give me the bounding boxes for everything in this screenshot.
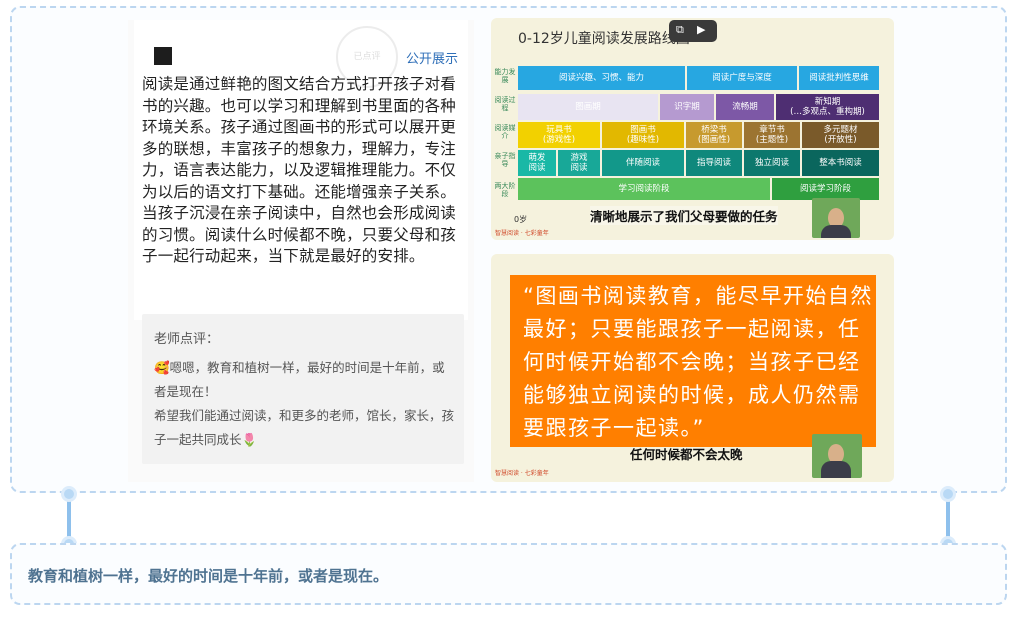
video-subtitle-1: 清晰地展示了我们父母要做的任务 bbox=[590, 206, 778, 225]
media-note: (趣味性) bbox=[626, 135, 660, 145]
row-label-media: 阅读媒介 bbox=[494, 124, 516, 140]
guide-cell: 萌发 阅读 bbox=[518, 150, 556, 176]
media-label: 多元题材 bbox=[823, 125, 858, 135]
row-label-stages: 两大阶段 bbox=[494, 182, 516, 198]
process-cell: 图画期 bbox=[518, 94, 658, 120]
row-label-process: 阅读过程 bbox=[494, 96, 516, 112]
media-cell: 图画书 (趣味性) bbox=[602, 122, 684, 148]
media-note: (图画性) bbox=[697, 135, 731, 145]
teacher-comment-text: 🥰嗯嗯，教育和植树一样，最好的时间是十年前，或者是现在！ 希望我们能通过阅读，和… bbox=[154, 356, 454, 452]
redacted-avatar bbox=[154, 47, 172, 65]
row-label-ability: 能力发展 bbox=[494, 68, 516, 84]
comment-line-2: 希望我们能通过阅读，和更多的老师，馆长，家长，孩子一起共同成长🌷 bbox=[154, 408, 455, 447]
guide-cell: 指导阅读 bbox=[686, 150, 742, 176]
brand-logo: 智慧阅读 · 七彩童年 bbox=[495, 470, 549, 477]
quote-text: “图画书阅读教育，能尽早开始自然最好；只要能跟孩子一起阅读，任何时候开始都不会晚… bbox=[523, 284, 873, 440]
public-display-link[interactable]: 公开展示 bbox=[406, 48, 458, 67]
media-cell: 多元题材 (开放性) bbox=[802, 122, 879, 148]
ability-cell: 阅读兴趣、习惯、能力 bbox=[518, 66, 685, 90]
media-label: 图画书 bbox=[630, 125, 656, 135]
media-controls[interactable]: ⧉ ▶ bbox=[669, 20, 717, 42]
process-cell: 识字期 bbox=[660, 94, 714, 120]
guide-label: 阅读 bbox=[570, 163, 588, 173]
guide-label: 萌发 bbox=[528, 153, 546, 163]
comment-line-1: 🥰嗯嗯，教育和植树一样，最好的时间是十年前，或者是现在！ bbox=[154, 360, 445, 399]
post-body-text: 阅读是通过鲜艳的图文结合方式打开孩子对看书的兴趣。也可以学习和理解到书里面的各种… bbox=[142, 75, 457, 265]
connector-dot bbox=[61, 486, 77, 502]
pip-icon[interactable]: ⧉ bbox=[676, 23, 684, 37]
roadmap-title: 0-12岁儿童阅读发展路线图 bbox=[518, 31, 690, 47]
connector-dot bbox=[940, 486, 956, 502]
media-label: 桥梁书 bbox=[701, 125, 727, 135]
ability-cell: 阅读批判性思维 bbox=[799, 66, 879, 90]
video-subtitle-2: 任何时候都不会太晚 bbox=[630, 447, 743, 462]
media-cell: 章节书 (主题性) bbox=[744, 122, 800, 148]
media-label: 章节书 bbox=[759, 125, 785, 135]
media-label: 玩具书 bbox=[546, 125, 572, 135]
guide-cell: 游戏 阅读 bbox=[558, 150, 600, 176]
guide-cell: 整本书阅读 bbox=[802, 150, 879, 176]
process-cell: 流畅期 bbox=[716, 94, 774, 120]
ability-cell: 阅读广度与深度 bbox=[687, 66, 797, 90]
presenter-video-thumb bbox=[812, 198, 860, 238]
guide-cell: 独立阅读 bbox=[744, 150, 800, 176]
caption-text: 教育和植树一样，最好的时间是十年前，或者是现在。 bbox=[28, 567, 389, 585]
media-cell: 玩具书 (游戏性) bbox=[518, 122, 600, 148]
stage-cell: 学习阅读阶段 bbox=[518, 178, 770, 200]
brand-logo: 智慧阅读 · 七彩童年 bbox=[495, 230, 549, 237]
presenter-video-thumb bbox=[812, 434, 862, 478]
media-note: (开放性) bbox=[824, 135, 857, 145]
guide-cell: 伴随阅读 bbox=[602, 150, 684, 176]
play-icon[interactable]: ▶ bbox=[697, 23, 705, 36]
media-note: (游戏性) bbox=[542, 135, 576, 145]
process-cell: 新知期 (…多观点、重构期) bbox=[776, 94, 879, 120]
guide-label: 阅读 bbox=[528, 163, 546, 173]
row-label-guide: 亲子指导 bbox=[494, 152, 516, 168]
teacher-comment-title: 老师点评： bbox=[154, 332, 220, 347]
process-note: (…多观点、重构期) bbox=[790, 107, 865, 117]
media-cell: 桥梁书 (图画性) bbox=[686, 122, 742, 148]
age-zero-label: 0岁 bbox=[514, 215, 528, 224]
guide-label: 游戏 bbox=[570, 153, 588, 163]
media-note: (主题性) bbox=[755, 135, 789, 145]
process-label: 新知期 bbox=[814, 97, 841, 107]
stage-cell: 阅读学习阶段 bbox=[772, 178, 879, 200]
